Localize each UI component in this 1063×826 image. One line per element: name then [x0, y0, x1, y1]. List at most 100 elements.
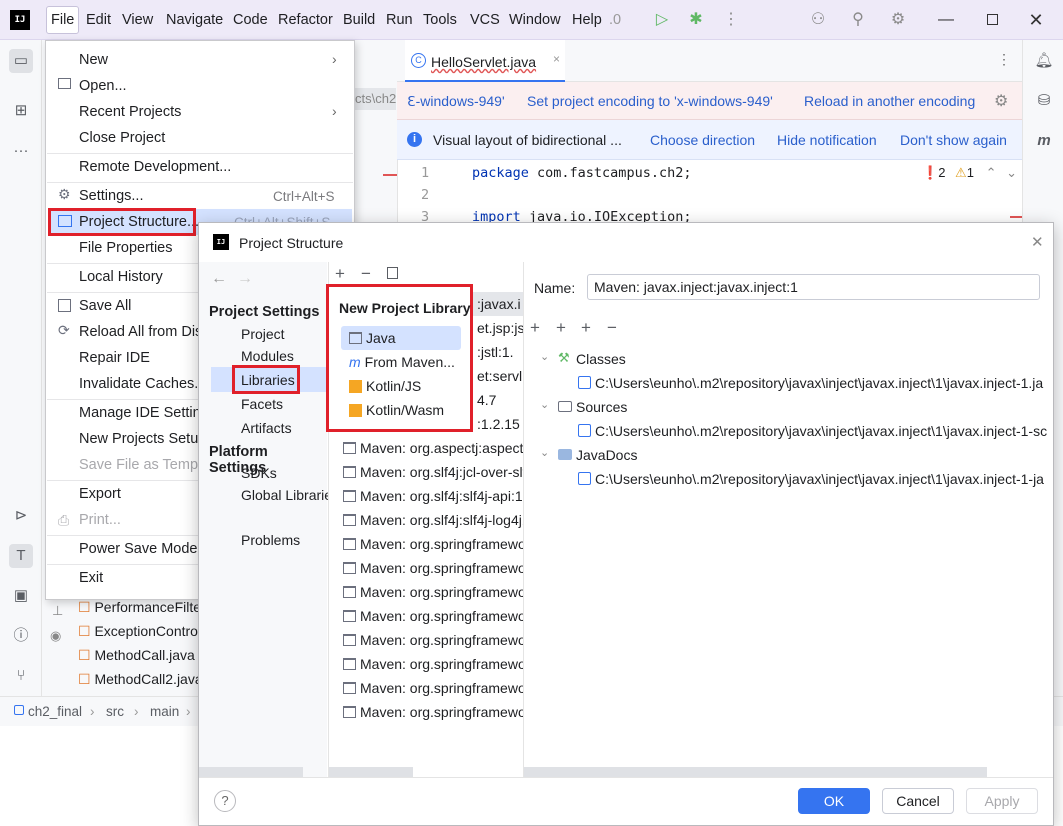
- classes-path[interactable]: C:\Users\eunho\.m2\repository\javax\inje…: [595, 375, 1052, 391]
- services-icon[interactable]: ⊳: [9, 504, 33, 528]
- library-fragment[interactable]: :1.2.15: [477, 416, 520, 432]
- menu-item-save-all[interactable]: Save All: [79, 298, 131, 314]
- encoding-settings-gear-icon[interactable]: ⚙: [994, 91, 1008, 111]
- library-fragment[interactable]: :javax.i: [477, 296, 521, 312]
- set-encoding-link[interactable]: Set project encoding to 'x-windows-949': [527, 93, 773, 109]
- notifications-bell-icon[interactable]: 🔔︎: [1032, 49, 1056, 73]
- apply-button[interactable]: Apply: [966, 788, 1038, 814]
- popup-item-kotlin-js[interactable]: Kotlin/JS: [349, 378, 421, 394]
- nav-project[interactable]: Project: [241, 326, 285, 342]
- git-icon[interactable]: ⑂: [9, 664, 33, 688]
- problems-icon[interactable]: ⓘ: [9, 624, 33, 648]
- add-icon[interactable]: +: [335, 264, 345, 284]
- scrollbar[interactable]: [329, 767, 413, 777]
- nav-global-libraries[interactable]: Global Libraries: [241, 487, 339, 503]
- library-item[interactable]: Maven: org.springframework: [343, 680, 523, 696]
- menu-tools[interactable]: Tools: [423, 12, 457, 28]
- menu-item-settings[interactable]: Settings...: [79, 188, 143, 204]
- add-jar-external-icon[interactable]: +: [581, 318, 591, 338]
- menu-window[interactable]: Window: [509, 12, 561, 28]
- menu-item-new[interactable]: New: [79, 52, 108, 68]
- menu-item-repair-ide[interactable]: Repair IDE: [79, 350, 150, 366]
- menu-item-power-save-mode[interactable]: Power Save Mode: [79, 541, 197, 557]
- nav-modules[interactable]: Modules: [241, 348, 294, 364]
- library-item[interactable]: Maven: org.springframework: [343, 608, 523, 624]
- menu-item-file-properties[interactable]: File Properties: [79, 240, 172, 256]
- menu-help[interactable]: Help: [572, 12, 602, 28]
- scrollbar[interactable]: [199, 767, 303, 777]
- menu-vcs[interactable]: VCS: [470, 12, 500, 28]
- dialog-close-icon[interactable]: ✕: [1031, 233, 1044, 251]
- library-name-input[interactable]: [587, 274, 1040, 300]
- maximize-icon[interactable]: [987, 14, 998, 25]
- terminal-icon[interactable]: ▣: [9, 584, 33, 608]
- library-item[interactable]: Maven: org.springframework: [343, 560, 523, 576]
- javadocs-path[interactable]: C:\Users\eunho\.m2\repository\javax\inje…: [595, 471, 1052, 487]
- library-fragment[interactable]: :jstl:1.: [477, 344, 514, 360]
- project-folder-icon[interactable]: ▭: [9, 49, 33, 73]
- library-fragment[interactable]: 4.7: [477, 392, 496, 408]
- menu-item-exit[interactable]: Exit: [79, 570, 103, 586]
- menu-item-new-projects-setup[interactable]: New Projects Setup: [79, 431, 206, 447]
- back-arrow-icon[interactable]: ←: [211, 270, 227, 288]
- close-icon[interactable]: ✕: [1026, 10, 1046, 30]
- settings-gear-icon[interactable]: ⚙: [888, 10, 908, 30]
- code-with-me-icon[interactable]: ⚇: [808, 10, 828, 30]
- add-jar-icon[interactable]: +: [556, 318, 566, 338]
- menu-item-manage-ide-settings[interactable]: Manage IDE Settings: [79, 405, 216, 421]
- library-item[interactable]: Maven: org.springframework: [343, 536, 523, 552]
- remove-root-icon[interactable]: −: [607, 318, 617, 338]
- copy-icon[interactable]: [387, 267, 398, 279]
- library-item[interactable]: Maven: org.slf4j:jcl-over-slf4j: [343, 464, 523, 480]
- inspection-widget[interactable]: ❗2 ⚠1 ⌃ ⌄: [922, 165, 1017, 181]
- menu-item-recent-projects[interactable]: Recent Projects: [79, 104, 181, 120]
- structure-icon[interactable]: ⊞: [9, 99, 33, 123]
- nav-sdks[interactable]: SDKs: [241, 465, 277, 481]
- popup-item-java[interactable]: Java: [349, 330, 396, 346]
- menu-item-local-history[interactable]: Local History: [79, 269, 163, 285]
- terminal-t-icon[interactable]: T: [9, 544, 33, 568]
- maven-icon[interactable]: m: [1032, 129, 1056, 153]
- search-icon[interactable]: ⚲: [848, 10, 868, 30]
- tree-item[interactable]: ☐ MethodCall2.java: [78, 671, 203, 688]
- menu-refactor[interactable]: Refactor: [278, 12, 333, 28]
- library-item[interactable]: Maven: org.springframework: [343, 704, 523, 720]
- more-tools-icon[interactable]: ···: [9, 139, 33, 163]
- eye-icon[interactable]: ◉: [50, 628, 61, 644]
- menu-item-close-project[interactable]: Close Project: [79, 130, 165, 146]
- dont-show-again-link[interactable]: Don't show again: [900, 132, 1007, 148]
- debug-icon[interactable]: ✱: [686, 10, 706, 30]
- popup-item-kotlin-wasm[interactable]: Kotlin/Wasm: [349, 402, 444, 418]
- menu-item-export[interactable]: Export: [79, 486, 121, 502]
- nav-artifacts[interactable]: Artifacts: [241, 420, 292, 436]
- menu-edit[interactable]: Edit: [86, 12, 111, 28]
- library-item[interactable]: Maven: org.springframework: [343, 656, 523, 672]
- popup-item-from-maven[interactable]: m From Maven...: [349, 354, 455, 370]
- pin-icon[interactable]: ⊥: [52, 603, 63, 619]
- code-area[interactable]: 1 package com.fastcampus.ch2; 2 3 import…: [397, 160, 1022, 225]
- tab-close-icon[interactable]: ×: [553, 52, 560, 66]
- tab-options-icon[interactable]: ⋮: [997, 51, 1011, 68]
- library-fragment[interactable]: et:servl: [477, 368, 522, 384]
- ok-button[interactable]: OK: [798, 788, 870, 814]
- tree-item[interactable]: ☐ ExceptionController: [78, 623, 217, 640]
- menu-code[interactable]: Code: [233, 12, 268, 28]
- database-icon[interactable]: ⛁: [1032, 89, 1056, 113]
- tree-item[interactable]: ☐ PerformanceFilter: [78, 599, 206, 616]
- nav-facets[interactable]: Facets: [241, 396, 283, 412]
- expand-chevron-icon[interactable]: ⌄: [540, 398, 549, 411]
- add-root-icon[interactable]: +: [530, 318, 540, 338]
- expand-chevron-icon[interactable]: ⌄: [540, 350, 549, 363]
- scrollbar[interactable]: [524, 767, 987, 777]
- hide-notification-link[interactable]: Hide notification: [777, 132, 877, 148]
- library-item[interactable]: Maven: org.springframework: [343, 584, 523, 600]
- menu-view[interactable]: View: [122, 12, 153, 28]
- run-icon[interactable]: ▷: [652, 10, 672, 30]
- library-item[interactable]: Maven: org.slf4j:slf4j-log4j12: [343, 512, 523, 528]
- menu-item-invalidate-caches[interactable]: Invalidate Caches...: [79, 376, 206, 392]
- cancel-button[interactable]: Cancel: [882, 788, 954, 814]
- crumb-src[interactable]: src: [106, 704, 124, 719]
- crumb-project[interactable]: ch2_final: [28, 704, 82, 719]
- menu-item-reload-all[interactable]: Reload All from Disk: [79, 324, 210, 340]
- library-item[interactable]: Maven: org.springframework: [343, 632, 523, 648]
